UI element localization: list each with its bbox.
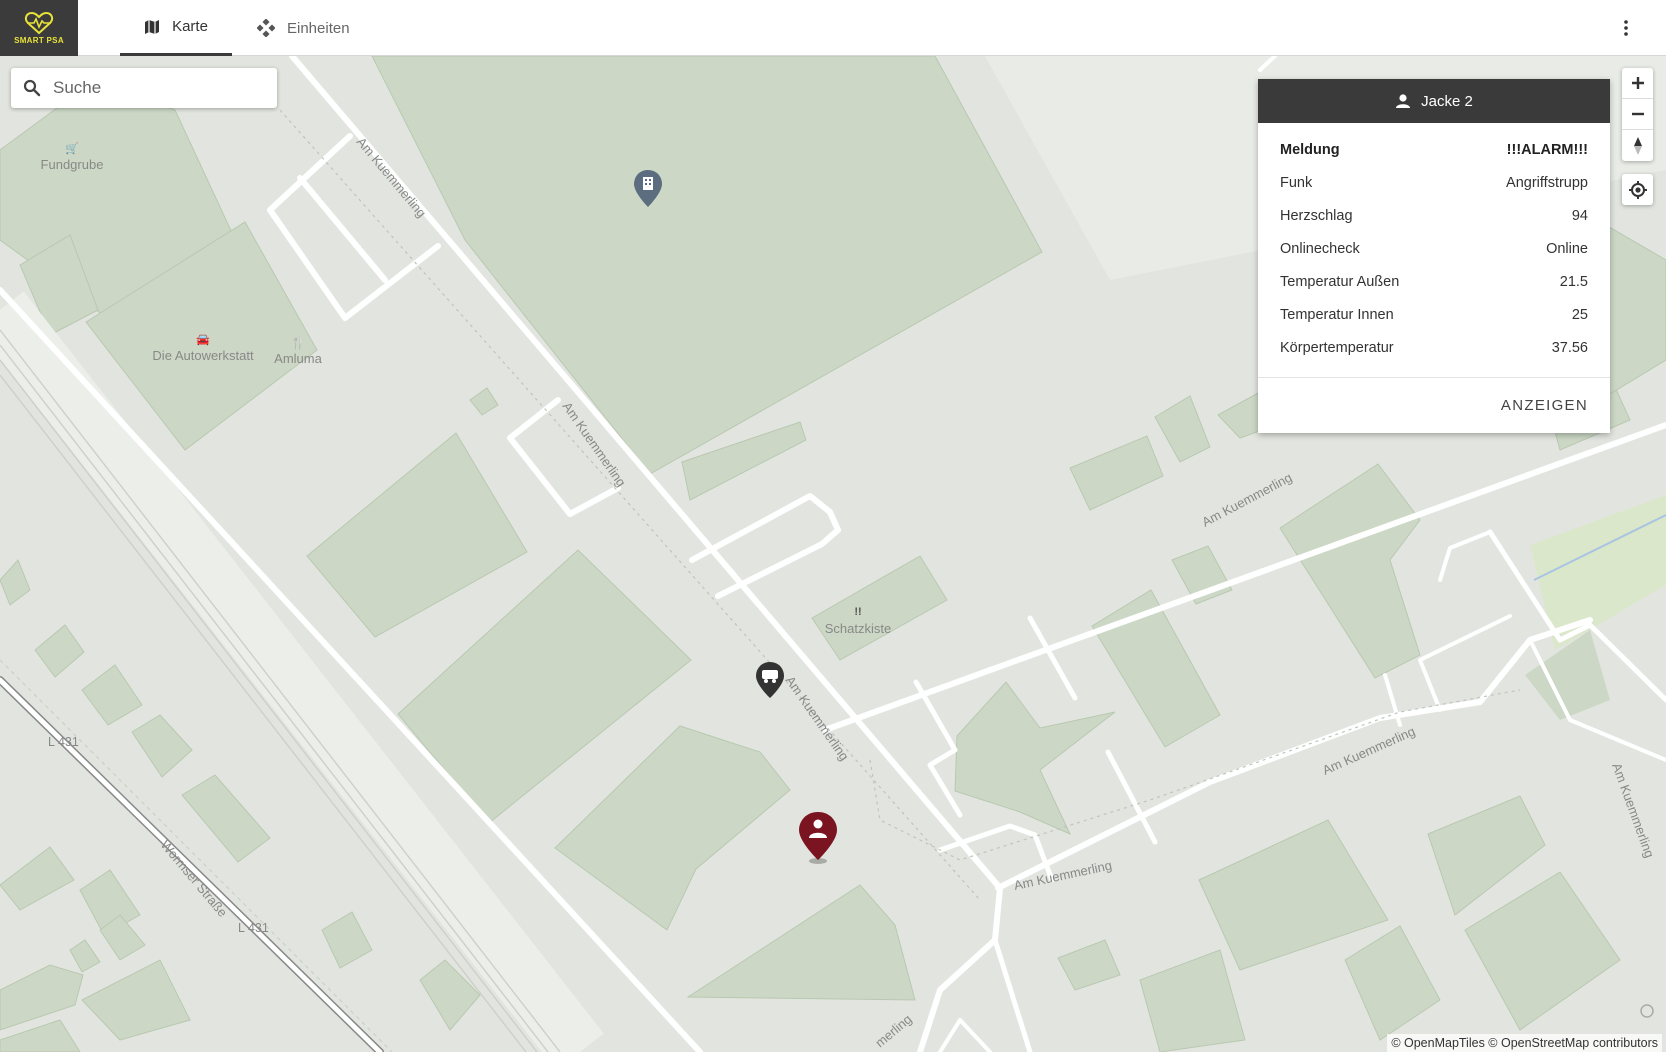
zoom-out-icon[interactable] [1622, 99, 1653, 130]
svg-text:L 431: L 431 [238, 921, 269, 935]
person-icon [1395, 93, 1411, 109]
detail-value: Online [1546, 240, 1588, 257]
zoom-in-icon[interactable] [1622, 68, 1653, 99]
svg-text:Fundgrube: Fundgrube [41, 157, 104, 172]
svg-text:Amluma: Amluma [274, 351, 322, 366]
more-vert-icon[interactable] [1616, 18, 1636, 38]
svg-text:!!: !! [854, 606, 861, 618]
detail-row-meldung: Meldung !!!ALARM!!! [1280, 133, 1588, 166]
app-logo[interactable]: SMART PSA [0, 0, 78, 56]
svg-text:🍴: 🍴 [291, 336, 306, 350]
detail-value: 94 [1571, 207, 1588, 224]
zoom-controls [1622, 68, 1653, 161]
detail-label: Temperatur Innen [1280, 306, 1394, 323]
poi-label: Schatzkiste [825, 621, 891, 636]
show-details-button[interactable]: ANZEIGEN [1501, 397, 1588, 414]
logo-text: SMART PSA [14, 36, 64, 45]
popup-details: Meldung !!!ALARM!!! Funk Angriffstrupp H… [1258, 123, 1610, 364]
detail-value: 21.5 [1559, 273, 1588, 290]
poi-label: Fundgrube [41, 157, 104, 172]
detail-label: Meldung [1280, 141, 1340, 158]
popup-header: Jacke 2 [1258, 79, 1610, 123]
popup-title: Jacke 2 [1421, 92, 1473, 110]
tab-karte[interactable]: Karte [120, 0, 232, 56]
svg-text:Schatzkiste: Schatzkiste [825, 621, 891, 636]
detail-row-herzschlag: Herzschlag 94 [1280, 199, 1588, 232]
tab-einheiten[interactable]: Einheiten [257, 0, 350, 56]
top-app-bar: SMART PSA Karte Einheiten [0, 0, 1666, 56]
search-box[interactable] [11, 68, 277, 108]
search-input[interactable] [51, 77, 255, 99]
detail-row-onlinecheck: Onlinecheck Online [1280, 232, 1588, 265]
popup-actions: ANZEIGEN [1258, 377, 1610, 433]
detail-label: Körpertemperatur [1280, 339, 1394, 356]
detail-label: Funk [1280, 174, 1313, 191]
svg-text:L 431: L 431 [48, 735, 79, 749]
tab-karte-label: Karte [172, 18, 208, 35]
detail-value: 37.56 [1551, 339, 1588, 356]
svg-text:🚘: 🚘 [196, 334, 210, 346]
detail-value: Angriffstrupp [1506, 174, 1588, 191]
detail-label: Onlinecheck [1280, 240, 1360, 257]
road-ref-label: L 431 [48, 735, 79, 749]
locate-control [1622, 174, 1653, 205]
heart-pulse-icon [24, 11, 54, 35]
detail-label: Herzschlag [1280, 207, 1353, 224]
units-icon [257, 19, 275, 37]
detail-row-funk: Funk Angriffstrupp [1280, 166, 1588, 199]
map-icon [144, 19, 160, 35]
svg-text:🛒: 🛒 [65, 142, 79, 155]
locate-icon[interactable] [1622, 174, 1653, 205]
detail-row-koerpertemp: Körpertemperatur 37.56 [1280, 331, 1588, 364]
svg-text:Die Autowerkstatt: Die Autowerkstatt [152, 348, 254, 363]
detail-row-temp-aussen: Temperatur Außen 21.5 [1280, 265, 1588, 298]
search-icon [23, 79, 41, 97]
detail-value: !!!ALARM!!! [1506, 141, 1588, 158]
tab-einheiten-label: Einheiten [287, 19, 350, 37]
map-attribution[interactable]: © OpenMapTiles © OpenStreetMap contribut… [1387, 1034, 1662, 1052]
detail-value: 25 [1571, 306, 1588, 323]
poi-label: Amluma [274, 351, 322, 366]
device-popup: Jacke 2 Meldung !!!ALARM!!! Funk Angriff… [1258, 79, 1610, 433]
road-ref-label: L 431 [238, 921, 269, 935]
detail-row-temp-innen: Temperatur Innen 25 [1280, 298, 1588, 331]
poi-label: Die Autowerkstatt [152, 348, 254, 363]
detail-label: Temperatur Außen [1280, 273, 1400, 290]
compass-icon[interactable] [1622, 130, 1653, 161]
